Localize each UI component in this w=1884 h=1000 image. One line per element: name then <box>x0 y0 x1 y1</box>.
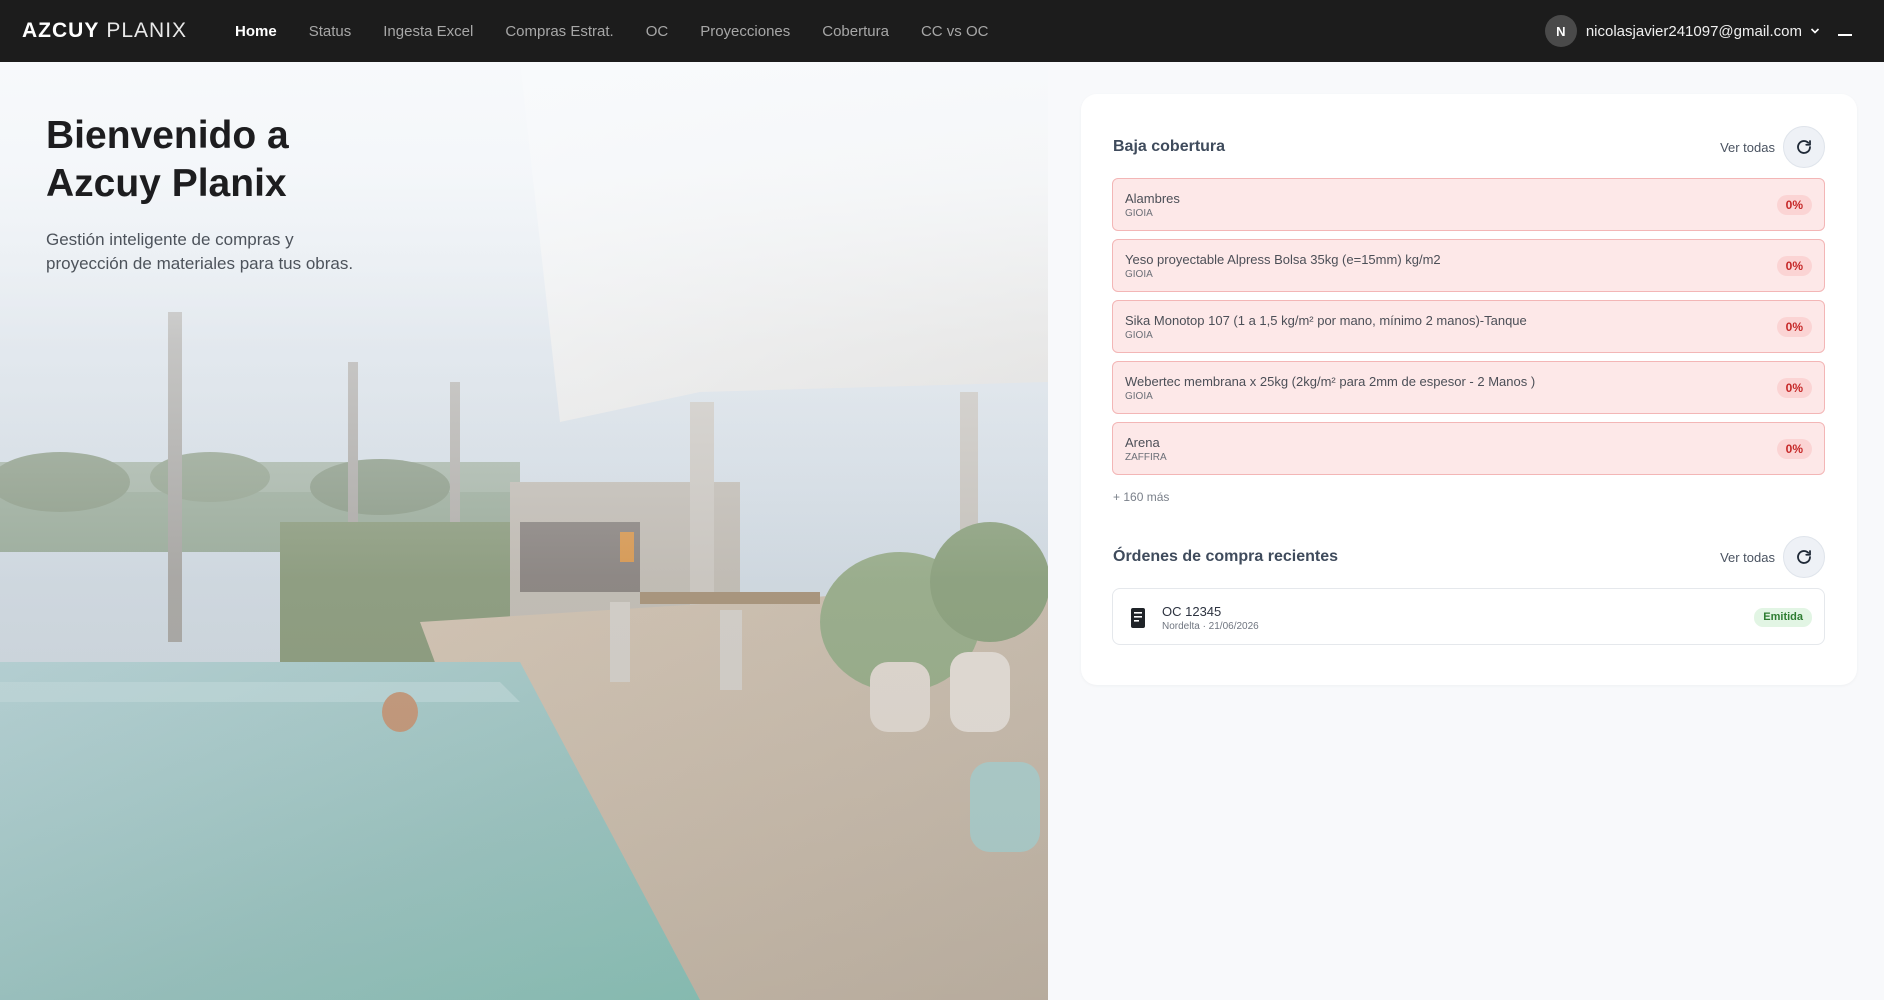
coverage-item-name: Arena <box>1125 435 1160 450</box>
coverage-percent-badge: 0% <box>1776 439 1812 459</box>
brand-logo[interactable]: AZCUY PLANIX <box>22 19 187 43</box>
order-meta: Nordelta · 21/06/2026 <box>1162 621 1259 632</box>
coverage-item-supplier: GIOIA <box>1125 208 1153 219</box>
refresh-icon <box>1797 550 1811 564</box>
chevron-down-icon[interactable] <box>1810 26 1820 36</box>
top-navbar: AZCUY PLANIX Home Status Ingesta Excel Co… <box>0 0 1884 62</box>
coverage-refresh-button[interactable] <box>1783 126 1825 168</box>
nav-item-ingesta-excel[interactable]: Ingesta Excel <box>383 23 473 40</box>
coverage-view-all-link[interactable]: Ver todas <box>1720 140 1775 155</box>
user-email[interactable]: nicolasjavier241097@gmail.com <box>1586 23 1802 40</box>
avatar[interactable]: N <box>1544 15 1577 47</box>
hero-subtitle: Gestión inteligente de compras y proyecc… <box>46 230 354 273</box>
orders-refresh-button[interactable] <box>1783 536 1825 578</box>
coverage-item[interactable]: Alambres GIOIA 0% <box>1112 178 1825 231</box>
coverage-item-supplier: GIOIA <box>1125 330 1153 341</box>
orders-view-all-link[interactable]: Ver todas <box>1720 550 1775 565</box>
orders-title: Órdenes de compra recientes <box>1113 548 1338 565</box>
coverage-percent-badge: 0% <box>1776 378 1812 398</box>
coverage-list: Alambres GIOIA 0% Yeso proyectable Alpre… <box>1112 178 1825 483</box>
order-status-badge: Emitida <box>1754 608 1812 627</box>
hero-text: Bienvenido a Azcuy Planix Gestión inteli… <box>46 112 466 276</box>
orders-header: Órdenes de compra recientes Ver todas <box>1113 536 1825 578</box>
brand-part1: AZCUY <box>22 19 100 42</box>
brand-part2: PLANIX <box>106 19 188 42</box>
coverage-item[interactable]: Sika Monotop 107 (1 a 1,5 kg/m² por mano… <box>1112 300 1825 353</box>
coverage-percent-badge: 0% <box>1776 317 1812 337</box>
coverage-percent-badge: 0% <box>1776 256 1812 276</box>
refresh-icon <box>1797 140 1811 154</box>
coverage-item-supplier: GIOIA <box>1125 269 1153 280</box>
user-menu[interactable]: N nicolasjavier241097@gmail.com <box>1544 15 1852 47</box>
order-title: OC 12345 <box>1162 604 1222 619</box>
document-icon <box>1131 608 1145 628</box>
coverage-item-supplier: ZAFFIRA <box>1125 452 1167 463</box>
hero-title-line1: Bienvenido a <box>46 114 289 157</box>
hero-section: Bienvenido a Azcuy Planix Gestión inteli… <box>0 62 1048 1000</box>
nav-item-oc[interactable]: OC <box>646 23 669 40</box>
coverage-item[interactable]: Yeso proyectable Alpress Bolsa 35kg (e=1… <box>1112 239 1825 292</box>
coverage-title: Baja cobertura <box>1113 138 1226 155</box>
nav-item-cobertura[interactable]: Cobertura <box>822 23 889 40</box>
coverage-header: Baja cobertura Ver todas <box>1113 126 1825 168</box>
hero-title: Bienvenido a Azcuy Planix <box>46 112 466 208</box>
coverage-percent-badge: 0% <box>1776 195 1812 215</box>
nav-item-status[interactable]: Status <box>309 23 352 40</box>
coverage-item-name: Webertec membrana x 25kg (2kg/m² para 2m… <box>1125 374 1536 389</box>
coverage-item-name: Alambres <box>1125 191 1180 206</box>
coverage-more-count: + 160 más <box>1113 490 1170 504</box>
dashboard-card: Baja cobertura Ver todas Alambres GIOIA … <box>1081 94 1857 685</box>
coverage-item-name: Yeso proyectable Alpress Bolsa 35kg (e=1… <box>1125 252 1441 267</box>
nav-item-proyecciones[interactable]: Proyecciones <box>700 23 790 40</box>
order-item[interactable]: OC 12345 Nordelta · 21/06/2026 Emitida <box>1112 588 1825 645</box>
coverage-item-name: Sika Monotop 107 (1 a 1,5 kg/m² por mano… <box>1125 313 1527 328</box>
coverage-item[interactable]: Arena ZAFFIRA 0% <box>1112 422 1825 475</box>
nav-item-home[interactable]: Home <box>235 23 277 40</box>
nav-links: Home Status Ingesta Excel Compras Estrat… <box>235 23 1020 40</box>
hero-title-line2: Azcuy Planix <box>46 162 287 205</box>
nav-item-compras-estrat[interactable]: Compras Estrat. <box>505 23 613 40</box>
nav-item-cc-vs-oc[interactable]: CC vs OC <box>921 23 989 40</box>
coverage-item[interactable]: Webertec membrana x 25kg (2kg/m² para 2m… <box>1112 361 1825 414</box>
menu-icon[interactable] <box>1838 24 1852 38</box>
coverage-item-supplier: GIOIA <box>1125 391 1153 402</box>
